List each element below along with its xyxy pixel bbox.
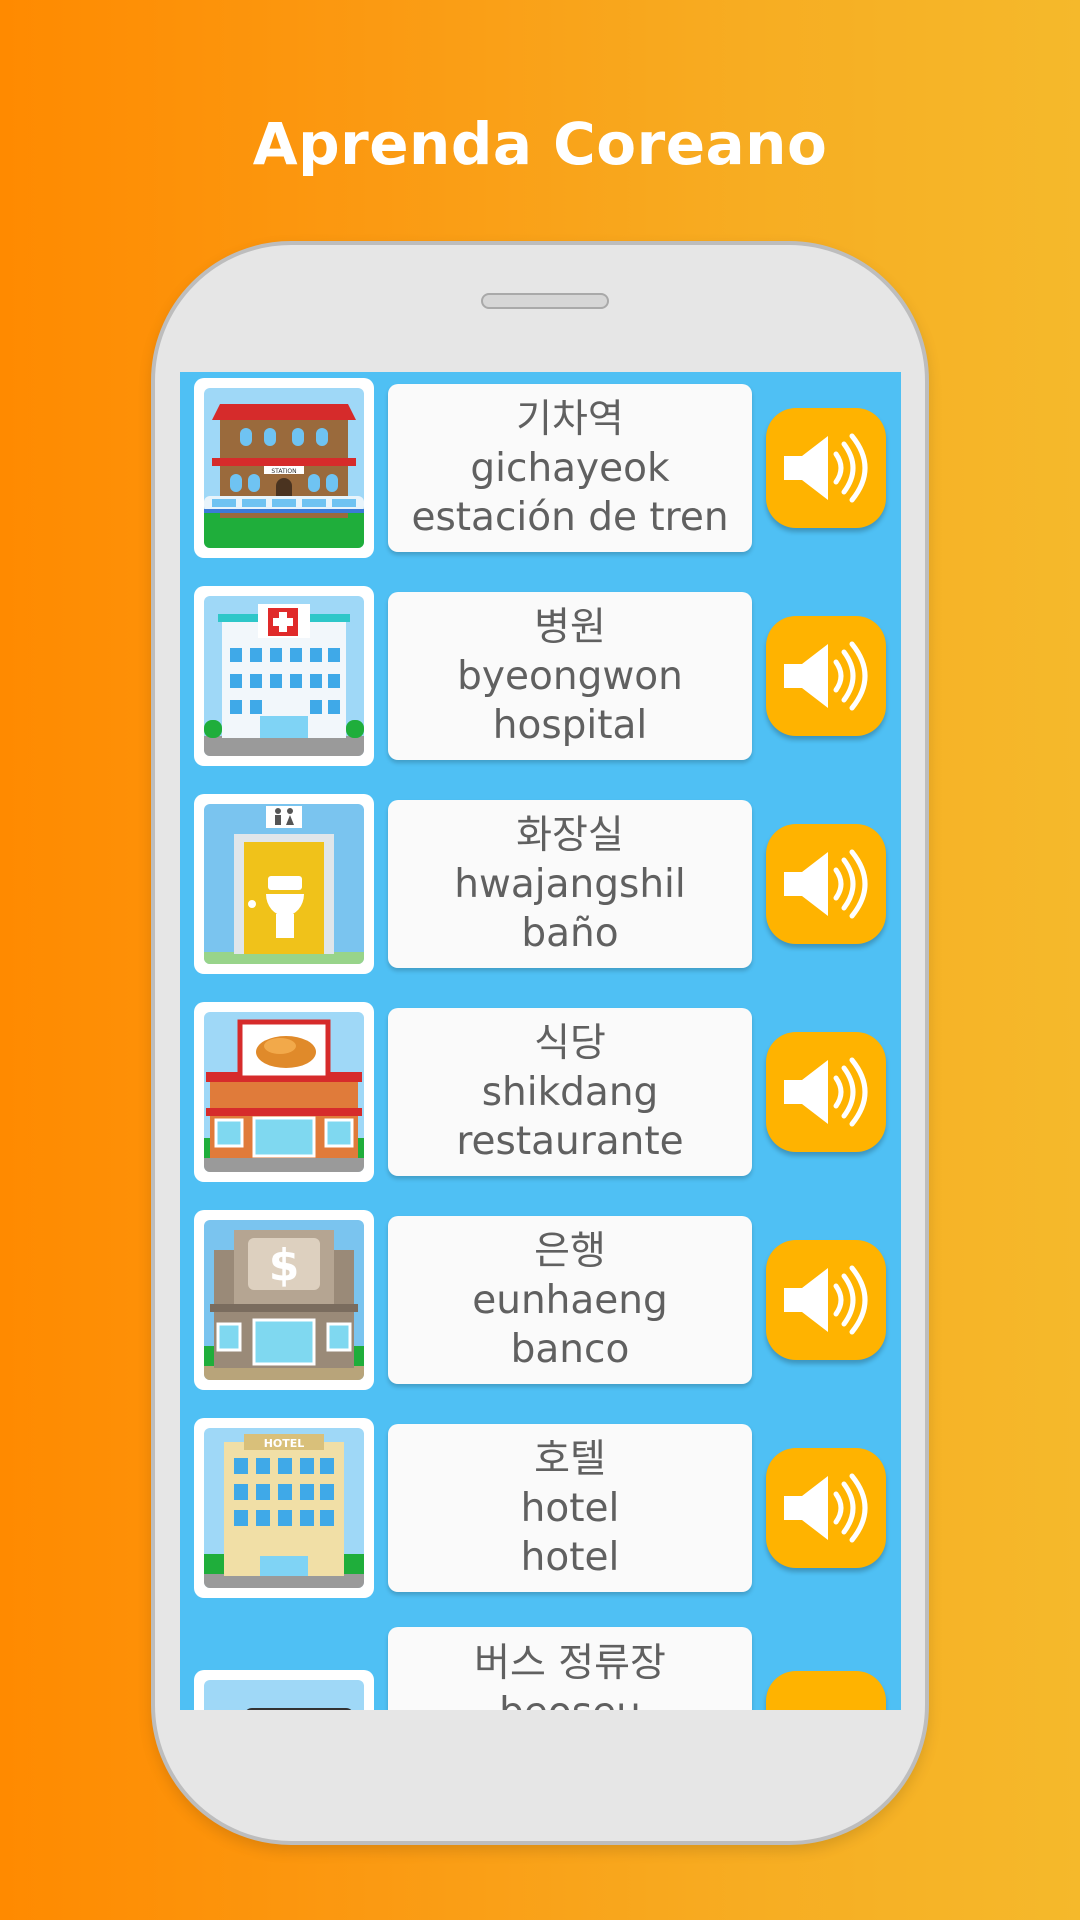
bus-stop-icon xyxy=(194,1670,374,1710)
romanization: shikdang xyxy=(481,1069,659,1115)
word-card[interactable]: 기차역 gichayeok estación de tren xyxy=(388,384,752,552)
list-item[interactable]: 화장실 hwajangshil baño xyxy=(180,788,901,974)
korean-word: 기차역 xyxy=(516,396,624,442)
speaker-icon xyxy=(784,433,868,503)
word-card[interactable]: 은행 eunhaeng banco xyxy=(388,1216,752,1384)
korean-word: 버스 정류장 xyxy=(474,1641,666,1686)
list-item[interactable]: 식당 shikdang restaurante xyxy=(180,996,901,1182)
bank-sign: $ xyxy=(269,1240,300,1291)
romanization: eunhaeng xyxy=(472,1277,668,1323)
translation: hospital xyxy=(492,702,648,748)
speaker-icon xyxy=(784,1473,868,1543)
list-item[interactable]: 버스 정류장 beoseu xyxy=(180,1627,901,1710)
korean-word: 식당 xyxy=(534,1020,606,1066)
hospital-icon xyxy=(194,586,374,766)
translation: hotel xyxy=(520,1534,620,1580)
word-card[interactable]: 식당 shikdang restaurante xyxy=(388,1008,752,1176)
play-sound-button[interactable] xyxy=(766,1671,886,1710)
korean-word: 호텔 xyxy=(534,1436,606,1482)
romanization: beoseu xyxy=(499,1688,641,1710)
korean-word: 화장실 xyxy=(516,812,624,858)
restaurant-icon xyxy=(194,1002,374,1182)
play-sound-button[interactable] xyxy=(766,408,886,528)
list-item[interactable]: 병원 byeongwon hospital xyxy=(180,580,901,766)
page-title: Aprenda Coreano xyxy=(252,110,828,178)
phone-speaker xyxy=(481,293,609,309)
speaker-icon xyxy=(784,849,868,919)
bank-icon: $ xyxy=(194,1210,374,1390)
romanization: hotel xyxy=(520,1485,620,1531)
hotel-sign: HOTEL xyxy=(264,1437,305,1450)
speaker-icon xyxy=(784,641,868,711)
word-card[interactable]: 버스 정류장 beoseu xyxy=(388,1627,752,1710)
translation: banco xyxy=(510,1326,630,1372)
speaker-icon xyxy=(784,1057,868,1127)
word-card[interactable]: 화장실 hwajangshil baño xyxy=(388,800,752,968)
play-sound-button[interactable] xyxy=(766,616,886,736)
play-sound-button[interactable] xyxy=(766,1240,886,1360)
restroom-icon xyxy=(194,794,374,974)
list-item[interactable]: HOTEL 호텔 hotel hotel xyxy=(180,1412,901,1598)
romanization: hwajangshil xyxy=(454,861,686,907)
play-sound-button[interactable] xyxy=(766,1032,886,1152)
translation: restaurante xyxy=(456,1118,684,1164)
romanization: byeongwon xyxy=(457,653,683,699)
word-card[interactable]: 병원 byeongwon hospital xyxy=(388,592,752,760)
vocabulary-list[interactable]: STATION 기차역 gichayeok estación de tren 병… xyxy=(180,372,901,1710)
romanization: gichayeok xyxy=(470,445,670,491)
korean-word: 병원 xyxy=(534,604,606,650)
korean-word: 은행 xyxy=(534,1228,606,1274)
list-item[interactable]: STATION 기차역 gichayeok estación de tren xyxy=(180,372,901,558)
translation: estación de tren xyxy=(411,494,729,540)
play-sound-button[interactable] xyxy=(766,1448,886,1568)
train-station-icon: STATION xyxy=(194,378,374,558)
list-item[interactable]: $ 은행 eunhaeng banco xyxy=(180,1204,901,1390)
word-card[interactable]: 호텔 hotel hotel xyxy=(388,1424,752,1592)
speaker-icon xyxy=(784,1265,868,1335)
hotel-icon: HOTEL xyxy=(194,1418,374,1598)
translation: baño xyxy=(521,910,619,956)
station-sign: STATION xyxy=(271,468,296,475)
play-sound-button[interactable] xyxy=(766,824,886,944)
